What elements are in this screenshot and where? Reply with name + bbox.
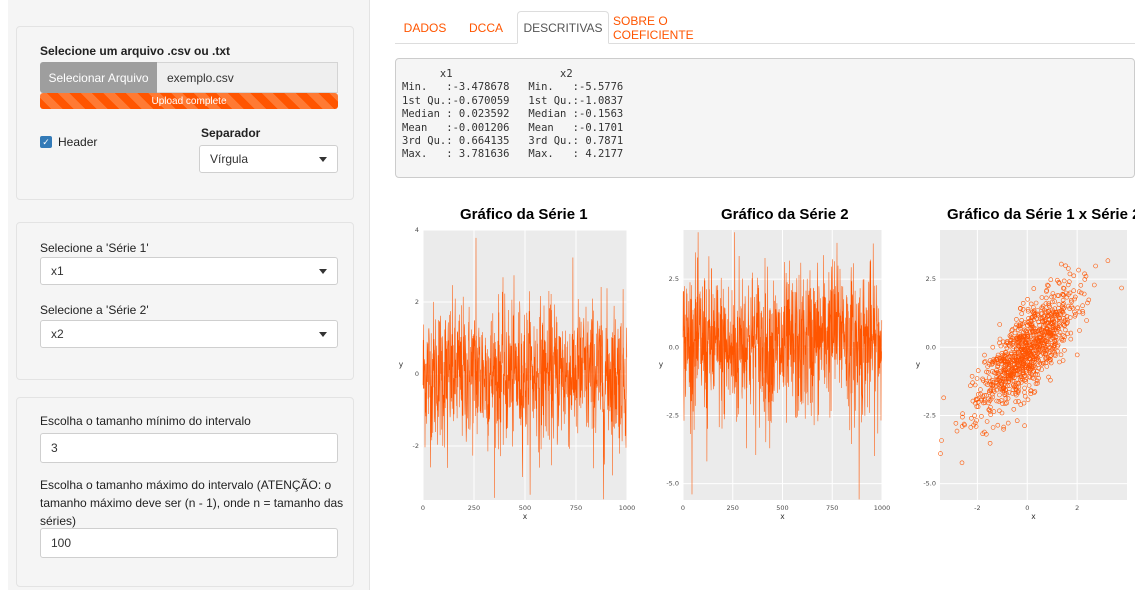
y-tick-label: 2.5	[926, 275, 936, 283]
series2-label: Selecione a 'Série 2'	[40, 303, 149, 317]
y-tick-label: 0.0	[926, 343, 936, 351]
series1-select[interactable]: x1	[40, 257, 338, 285]
separator-select[interactable]: Vírgula	[199, 145, 338, 173]
x-tick-label: 500	[776, 504, 788, 512]
x-tick-label: 2	[1075, 504, 1079, 512]
summary-line: 1st Qu.:-0.670059 1st Qu.:-1.0837	[402, 94, 624, 107]
x-tick-label: 250	[727, 504, 739, 512]
tab-dcca[interactable]: DCCA	[459, 11, 513, 44]
x-tick-label: 0	[681, 504, 685, 512]
summary-line: Max. : 3.781636 Max. : 4.2177	[402, 148, 624, 161]
y-tick-label: 2.5	[669, 275, 679, 283]
summary-output: x1 x2 Min. :-3.478678 Min. :-5.5776 1st Qu…	[395, 58, 1135, 178]
y-tick-label: -5.0	[666, 480, 679, 488]
summary-line: Min. :-3.478678 Min. :-5.5776	[402, 81, 624, 94]
x-tick-label: 750	[570, 504, 582, 512]
y-tick-label: 0.0	[669, 343, 679, 351]
x-axis-label: x	[523, 512, 528, 521]
y-tick-label: -5.0	[923, 480, 936, 488]
separator-select-value: Vírgula	[210, 152, 249, 166]
series2-line-chart: 0 250 500 750 1000 -5.0 -2.5 0.0 2.5 x y	[659, 230, 890, 521]
y-axis-label: y	[659, 360, 664, 369]
header-checkbox[interactable]: ✓	[40, 136, 52, 148]
y-tick-label: -2.5	[666, 411, 679, 419]
y-axis-label: y	[399, 360, 404, 369]
tab-dados[interactable]: DADOS	[397, 11, 453, 44]
y-tick-label: -2.5	[923, 411, 936, 419]
chevron-down-icon	[319, 157, 327, 162]
plot3-title: Gráfico da Série 1 x Série 2	[947, 206, 1135, 223]
x-tick-label: -2	[974, 504, 980, 512]
series2-select-value: x2	[51, 327, 64, 341]
y-tick-label: 4	[415, 226, 419, 234]
summary-line: 3rd Qu.: 0.664135 3rd Qu.: 0.7871	[402, 135, 624, 148]
series1-label: Selecione a 'Série 1'	[40, 241, 149, 255]
x-tick-label: 250	[468, 504, 480, 512]
series2-select[interactable]: x2	[40, 320, 338, 348]
series1-line-chart: 0 250 500 750 1000 -2 0 2 4 x y	[399, 226, 635, 521]
tab-sobre-o-coeficiente[interactable]: SOBRE O COEFICIENTE	[613, 11, 749, 44]
x-axis-label: x	[1031, 512, 1036, 521]
max-interval-input[interactable]: 100	[40, 528, 338, 558]
x-tick-label: 0	[1025, 504, 1029, 512]
chevron-down-icon	[319, 269, 327, 274]
min-interval-input[interactable]: 3	[40, 433, 338, 463]
summary-line: x1 x2	[402, 68, 573, 80]
max-interval-label: Escolha o tamanho máximo do intervalo (A…	[40, 478, 344, 528]
chevron-down-icon	[319, 332, 327, 337]
min-interval-label: Escolha o tamanho mínimo do intervalo	[40, 414, 251, 428]
x-axis-label: x	[780, 512, 785, 521]
plot1-title: Gráfico da Série 1	[460, 206, 588, 223]
tab-bar: DADOS DCCA DESCRITIVAS SOBRE O COEFICIEN…	[395, 0, 1135, 44]
file-name-field: exemplo.csv	[157, 62, 338, 93]
summary-line: Median : 0.023592 Median :-0.1563	[402, 108, 624, 121]
y-tick-label: 0	[415, 370, 419, 378]
x-tick-label: 500	[519, 504, 531, 512]
y-tick-label: 2	[415, 298, 419, 306]
y-axis-label: y	[916, 360, 921, 369]
separator-label: Separador	[201, 126, 261, 140]
y-tick-label: -2	[413, 442, 419, 450]
x-tick-label: 1000	[874, 504, 890, 512]
series1-select-value: x1	[51, 264, 64, 278]
series-scatter-chart: -2 0 2 -5.0 -2.5 0.0 2.5 x y	[916, 230, 1127, 521]
x-tick-label: 1000	[619, 504, 635, 512]
header-checkbox-label: Header	[58, 135, 98, 149]
select-file-button[interactable]: Selecionar Arquivo	[40, 62, 157, 93]
x-tick-label: 0	[421, 504, 425, 512]
x-tick-label: 750	[826, 504, 838, 512]
plot2-title: Gráfico da Série 2	[721, 206, 849, 223]
file-input-label: Selecione um arquivo .csv ou .txt	[40, 44, 231, 58]
summary-line: Mean :-0.001206 Mean :-0.1701	[402, 121, 624, 134]
upload-progress-bar: Upload complete	[40, 93, 338, 109]
tab-descritivas[interactable]: DESCRITIVAS	[517, 11, 609, 44]
